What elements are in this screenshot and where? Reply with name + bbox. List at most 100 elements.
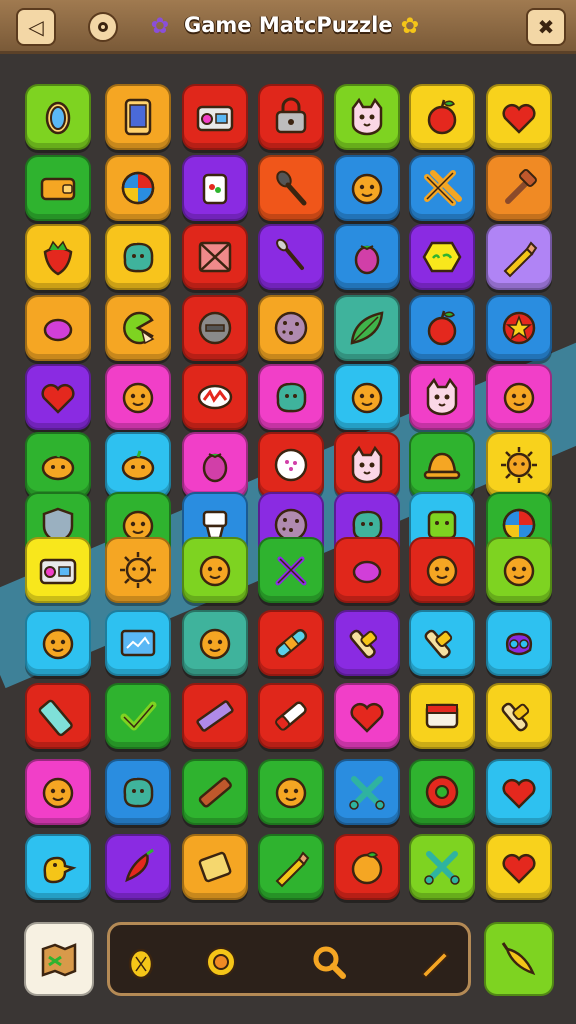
tile-face[interactable] [182, 537, 248, 603]
tile-jar[interactable] [182, 155, 248, 221]
tile-cat[interactable] [334, 84, 400, 150]
sunflower-icon [206, 947, 236, 977]
tile-face[interactable] [25, 759, 91, 825]
tile-brush[interactable] [258, 224, 324, 290]
tile-face[interactable] [258, 759, 324, 825]
tile-scroll[interactable] [182, 834, 248, 900]
tile-mirror[interactable] [25, 84, 91, 150]
tile-eraser[interactable] [258, 683, 324, 749]
back-button[interactable]: ◁ [16, 8, 56, 46]
sun-icon [501, 447, 537, 483]
tile-face[interactable] [105, 364, 171, 430]
tile-tools[interactable] [258, 537, 324, 603]
tile-radio[interactable] [182, 84, 248, 150]
tile-ruler[interactable] [182, 683, 248, 749]
strawberry-icon [43, 240, 73, 276]
tile-cookie[interactable] [258, 295, 324, 361]
tile-pencil[interactable] [258, 834, 324, 900]
tile-face[interactable] [334, 364, 400, 430]
tile-apple[interactable] [409, 295, 475, 361]
mirror-icon [45, 101, 71, 135]
tile-pencil[interactable] [486, 224, 552, 290]
tray-slot-3[interactable] [310, 943, 348, 981]
tile-stripes[interactable] [409, 155, 475, 221]
tile-heart[interactable] [486, 834, 552, 900]
apple-icon [427, 310, 457, 346]
tile-bandage[interactable] [258, 610, 324, 676]
tile-apple[interactable] [409, 84, 475, 150]
tray-slot-4[interactable] [415, 943, 453, 981]
tile-face[interactable] [409, 537, 475, 603]
settings-button[interactable] [88, 12, 118, 42]
tile-star[interactable] [486, 295, 552, 361]
tile-face[interactable] [486, 364, 552, 430]
tile-sun[interactable] [486, 432, 552, 498]
pepper-button[interactable] [484, 922, 554, 996]
heart-icon [502, 104, 536, 134]
tile-check[interactable] [105, 683, 171, 749]
tile-heart[interactable] [486, 84, 552, 150]
tile-face[interactable] [486, 537, 552, 603]
tile-pepper[interactable] [105, 834, 171, 900]
tray-slot-2[interactable] [202, 943, 240, 981]
pineapple-icon [128, 948, 154, 980]
tile-hammer[interactable] [486, 155, 552, 221]
tile-roller[interactable] [409, 610, 475, 676]
tile-pacman[interactable] [105, 295, 171, 361]
tile-orange[interactable] [334, 834, 400, 900]
tile-screen[interactable] [105, 610, 171, 676]
tile-sun[interactable] [105, 537, 171, 603]
tile-tape[interactable] [25, 683, 91, 749]
tile-plum[interactable] [334, 224, 400, 290]
tile-hex[interactable] [409, 224, 475, 290]
tile-hat[interactable] [409, 432, 475, 498]
spatula-icon [276, 170, 307, 206]
tile-bar[interactable] [182, 759, 248, 825]
tile-face[interactable] [182, 610, 248, 676]
tile-cross[interactable] [334, 759, 400, 825]
tile-cross[interactable] [409, 834, 475, 900]
tile-heart[interactable] [486, 759, 552, 825]
tile-cat[interactable] [409, 364, 475, 430]
tile-radio[interactable] [25, 537, 91, 603]
tile-candy[interactable] [182, 364, 248, 430]
tray-slot-1[interactable] [122, 943, 160, 981]
tile-blob[interactable] [258, 364, 324, 430]
tile-crate[interactable] [182, 224, 248, 290]
tile-donut[interactable] [409, 759, 475, 825]
tile-box[interactable] [409, 683, 475, 749]
tile-cat[interactable] [334, 432, 400, 498]
leaf-icon [350, 311, 384, 345]
tile-heart[interactable] [25, 364, 91, 430]
tile-pumpkin[interactable] [25, 432, 91, 498]
tile-roller[interactable] [486, 683, 552, 749]
crossed-tools-icon: ✖ [537, 15, 555, 39]
tile-plum[interactable] [182, 432, 248, 498]
tile-coin[interactable] [182, 295, 248, 361]
tile-strawberry[interactable] [25, 224, 91, 290]
tile-lock[interactable] [258, 84, 324, 150]
tile-egg[interactable] [25, 295, 91, 361]
tile-heart[interactable] [334, 683, 400, 749]
close-button[interactable]: ✖ [526, 8, 566, 46]
tile-egg[interactable] [334, 537, 400, 603]
tile-wallet[interactable] [25, 155, 91, 221]
face-icon [199, 555, 231, 587]
tile-spatula[interactable] [258, 155, 324, 221]
tile-pumpkin[interactable] [105, 432, 171, 498]
tile-blob[interactable] [105, 224, 171, 290]
tile-phone[interactable] [105, 84, 171, 150]
phone-icon [124, 98, 152, 136]
tile-blob[interactable] [105, 759, 171, 825]
tile-ball[interactable] [105, 155, 171, 221]
tile-face[interactable] [334, 155, 400, 221]
tile-duck[interactable] [25, 834, 91, 900]
tile-leaf[interactable] [334, 295, 400, 361]
face-icon [42, 777, 74, 809]
roller-icon [501, 702, 530, 732]
tile-plate[interactable] [258, 432, 324, 498]
map-button[interactable] [24, 922, 94, 996]
tile-face[interactable] [25, 610, 91, 676]
tile-pretzel[interactable] [486, 610, 552, 676]
tile-roller[interactable] [334, 610, 400, 676]
